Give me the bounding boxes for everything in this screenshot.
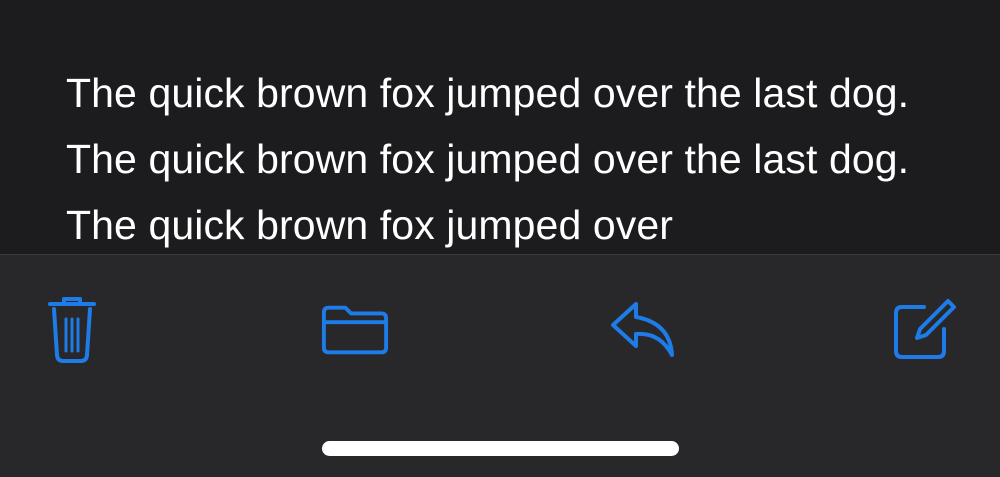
trash-icon (48, 297, 96, 363)
folder-icon (321, 305, 389, 355)
mail-message-screen: The quick brown fox jumped over the last… (0, 0, 1000, 477)
trash-button[interactable] (37, 295, 107, 365)
move-to-folder-button[interactable] (320, 295, 390, 365)
message-body-text: The quick brown fox jumped over the last… (66, 70, 910, 248)
message-body-area: The quick brown fox jumped over the last… (0, 0, 1000, 254)
reply-button[interactable] (608, 295, 678, 365)
compose-icon (894, 299, 956, 359)
home-indicator[interactable] (322, 441, 679, 456)
compose-button[interactable] (888, 295, 958, 365)
reply-icon (611, 302, 674, 357)
